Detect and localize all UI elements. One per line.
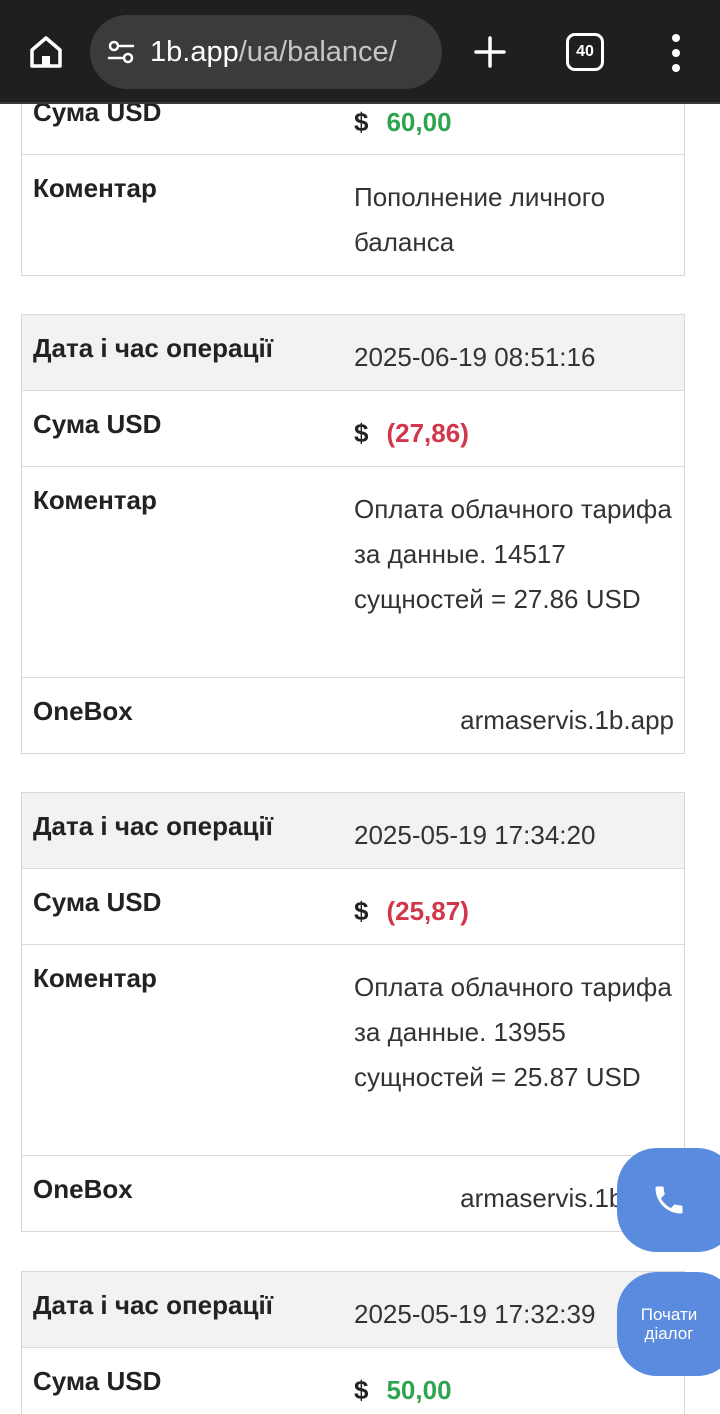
plus-icon: [474, 36, 506, 68]
onebox-value: armaservis.1b.app: [460, 705, 674, 735]
datetime-value: 2025-06-19 08:51:16: [354, 342, 596, 372]
comment-row: Коментар Оплата облачного тарифа за данн…: [22, 467, 684, 678]
comment-value: Оплата облачного тарифа за данные. 13955…: [354, 972, 672, 1092]
datetime-row: Дата і час операції 2025-05-19 17:34:20: [22, 793, 684, 869]
comment-value: Пополнение личного баланса: [354, 182, 606, 257]
amount-positive: 60,00: [386, 107, 452, 137]
datetime-label: Дата і час операції: [33, 1290, 273, 1320]
comment-label: Коментар: [33, 963, 157, 993]
datetime-label: Дата і час операції: [33, 811, 273, 841]
comment-value: Оплата облачного тарифа за данные. 14517…: [354, 494, 672, 614]
currency-symbol: $: [354, 1375, 369, 1405]
start-chat-button[interactable]: Почати діалог: [617, 1272, 720, 1376]
transaction-card: Дата і час операції 2025-05-19 17:32:39 …: [21, 1271, 685, 1414]
comment-label: Коментар: [33, 173, 157, 203]
menu-dot: [672, 49, 680, 57]
call-button[interactable]: [617, 1148, 720, 1252]
datetime-row: Дата і час операції 2025-06-19 08:51:16: [22, 315, 684, 391]
url-path: /ua/balance/: [238, 35, 397, 68]
amount-label: Сума USD: [33, 409, 162, 439]
menu-dot: [672, 64, 680, 72]
browser-toolbar: 1b.app/ua/balance/ 40: [0, 0, 720, 104]
transaction-card: Дата і час операції 2025-05-19 17:34:20 …: [21, 792, 685, 1232]
datetime-row: Дата і час операції 2025-05-19 17:32:39: [22, 1272, 684, 1348]
home-button[interactable]: [20, 26, 72, 78]
datetime-value: 2025-05-19 17:34:20: [354, 820, 596, 850]
url-host: 1b.app: [150, 35, 239, 68]
amount-positive: 50,00: [386, 1375, 452, 1405]
menu-dot: [672, 34, 680, 42]
onebox-label: OneBox: [33, 696, 133, 726]
onebox-label: OneBox: [33, 1174, 133, 1204]
currency-symbol: $: [354, 896, 369, 926]
new-tab-button[interactable]: [466, 28, 514, 76]
address-bar[interactable]: 1b.app/ua/balance/: [90, 15, 442, 89]
amount-label: Сума USD: [33, 1366, 162, 1396]
start-chat-label: Почати діалог: [640, 1305, 698, 1343]
currency-symbol: $: [354, 107, 369, 137]
currency-symbol: $: [354, 418, 369, 448]
amount-row: Сума USD $50,00: [22, 1348, 684, 1414]
amount-value: $ (27,86): [342, 391, 684, 466]
comment-row: Коментар Оплата облачного тарифа за данн…: [22, 945, 684, 1156]
amount-negative: (27,86): [386, 418, 469, 448]
tab-switcher-button[interactable]: 40: [566, 33, 604, 71]
amount-row: Сума USD $ (25,87): [22, 869, 684, 945]
url-text[interactable]: 1b.app/ua/balance/: [150, 36, 397, 69]
comment-row: Коментар Пополнение личного баланса: [22, 155, 684, 275]
onebox-row: OneBox armaservis.1b.app: [22, 1156, 684, 1231]
site-settings-icon[interactable]: [104, 35, 138, 69]
amount-value: $ (25,87): [342, 869, 684, 944]
phone-icon: [655, 1186, 683, 1214]
amount-negative: (25,87): [386, 896, 469, 926]
comment-label: Коментар: [33, 485, 157, 515]
datetime-label: Дата і час операції: [33, 333, 273, 363]
more-menu-button[interactable]: [660, 30, 692, 76]
amount-label: Сума USD: [33, 887, 162, 917]
transaction-card: Дата і час операції 2025-06-19 08:51:16 …: [21, 314, 685, 754]
onebox-row: OneBox armaservis.1b.app: [22, 678, 684, 753]
amount-row: Сума USD $ (27,86): [22, 391, 684, 467]
home-icon: [30, 36, 62, 68]
